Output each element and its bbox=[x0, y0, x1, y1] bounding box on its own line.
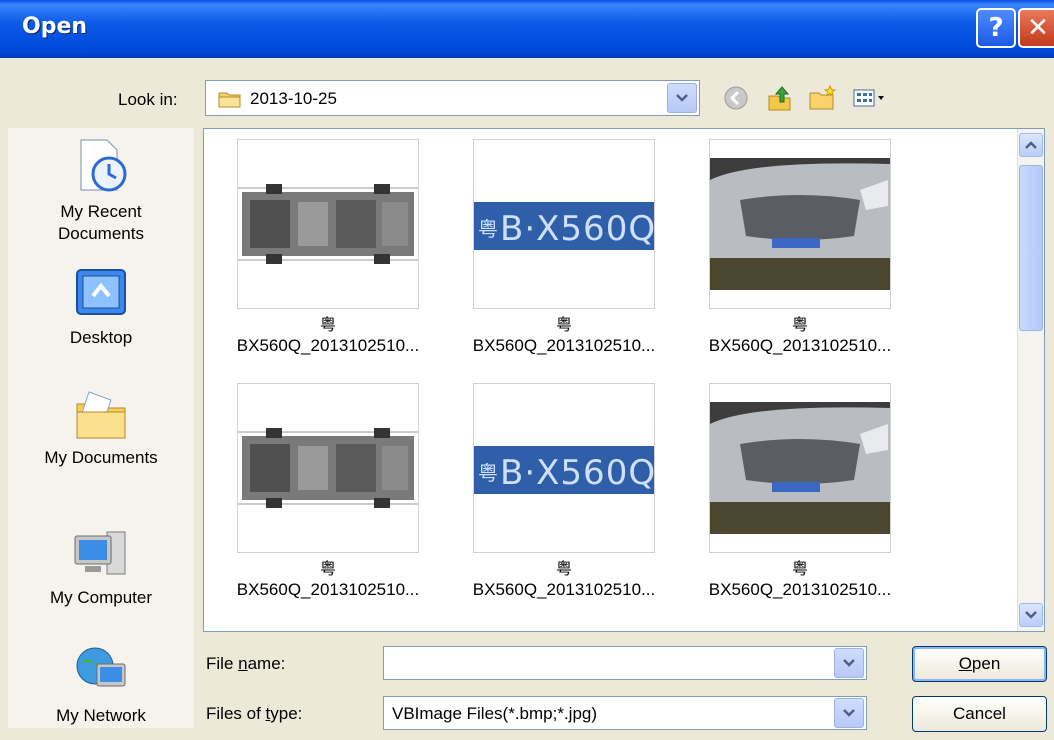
file-name-dropdown-button[interactable] bbox=[834, 648, 864, 678]
dialog-title: Open bbox=[22, 14, 88, 39]
title-bar[interactable]: Open ? ✕ bbox=[0, 0, 1054, 58]
place-my-network[interactable]: My Network bbox=[8, 642, 194, 727]
chevron-down-icon bbox=[676, 94, 688, 102]
file-thumbnail bbox=[709, 139, 891, 309]
place-label: My Computer bbox=[49, 588, 153, 607]
file-name-line1: 粤 bbox=[555, 561, 572, 578]
file-tile[interactable]: 粤 B·X560Q 粤 BX560Q_2013102510... bbox=[446, 139, 682, 357]
plate-number-text: B·X560Q bbox=[500, 453, 654, 493]
file-name-line1: 粤 bbox=[319, 561, 336, 578]
folder-icon bbox=[218, 92, 241, 108]
button-label: pen bbox=[971, 654, 1001, 673]
label-text: Files of bbox=[206, 704, 266, 723]
recent-documents-icon bbox=[80, 139, 127, 192]
file-name-line1: 粤 bbox=[791, 561, 808, 578]
file-name-line2: BX560Q_2013102510... bbox=[708, 336, 892, 355]
file-name-line1: 粤 bbox=[555, 317, 572, 334]
file-tile[interactable]: 粤 BX560Q_2013102510... bbox=[210, 139, 446, 357]
label-mnemonic: n bbox=[238, 654, 248, 673]
up-one-level-icon bbox=[768, 86, 791, 111]
place-label: Desktop bbox=[69, 328, 133, 347]
places-bar: My Recent Documents Desktop My Documents bbox=[8, 128, 194, 728]
license-plate-thumbnail-icon: 粤 B·X560Q bbox=[474, 384, 654, 552]
view-menu-icon bbox=[853, 89, 884, 107]
label-text: ype: bbox=[270, 704, 303, 723]
my-documents-icon bbox=[76, 391, 126, 439]
file-thumbnail bbox=[709, 383, 891, 553]
scroll-up-button[interactable] bbox=[1019, 133, 1043, 157]
chevron-down-icon bbox=[843, 709, 855, 717]
file-thumbnail bbox=[237, 139, 419, 309]
look-in-dropdown-button[interactable] bbox=[667, 83, 697, 113]
place-my-computer[interactable]: My Computer bbox=[8, 524, 194, 609]
files-of-type-dropdown-button[interactable] bbox=[834, 698, 864, 728]
file-tile[interactable]: 粤 BX560Q_2013102510... bbox=[210, 383, 446, 601]
file-tile[interactable]: 粤 B·X560Q 粤 BX560Q_2013102510... bbox=[446, 383, 682, 601]
file-name-line2: BX560Q_2013102510... bbox=[708, 580, 892, 599]
plate-province-text: 粤 bbox=[478, 217, 498, 241]
file-thumbnail: 粤 B·X560Q bbox=[473, 383, 655, 553]
look-in-dropdown[interactable]: 2013-10-25 bbox=[205, 80, 700, 116]
license-plate-thumbnail-icon: 粤 B·X560Q bbox=[474, 140, 654, 308]
close-button[interactable]: ✕ bbox=[1018, 8, 1054, 48]
place-label: My Recent Documents bbox=[58, 202, 144, 243]
open-dialog: Open ? ✕ Look in: 2013-10-25 My Recent D… bbox=[0, 0, 1054, 740]
file-tile[interactable]: 粤 BX560Q_2013102510... bbox=[682, 383, 918, 601]
file-tile[interactable]: 粤 BX560Q_2013102510... bbox=[682, 139, 918, 357]
chevron-down-icon bbox=[1025, 611, 1037, 619]
label-text: ame: bbox=[247, 654, 286, 673]
file-name-line2: BX560Q_2013102510... bbox=[236, 580, 420, 599]
file-name-line1: 粤 bbox=[791, 317, 808, 334]
file-name-field[interactable] bbox=[383, 646, 867, 680]
label-text: File bbox=[206, 654, 239, 673]
file-name-label: File name: bbox=[206, 654, 285, 674]
file-list[interactable]: 粤 BX560Q_2013102510... 粤 B·X560Q 粤 BX560… bbox=[203, 128, 1045, 632]
back-button[interactable] bbox=[720, 84, 752, 112]
file-thumbnail: 粤 B·X560Q bbox=[473, 139, 655, 309]
my-computer-icon bbox=[74, 531, 126, 575]
scroll-down-button[interactable] bbox=[1019, 603, 1043, 627]
files-of-type-value: VBImage Files(*.bmp;*.jpg) bbox=[392, 704, 598, 723]
chevron-down-icon bbox=[843, 659, 855, 667]
up-one-level-button[interactable] bbox=[764, 84, 796, 112]
open-button[interactable]: Open bbox=[912, 646, 1047, 682]
new-folder-icon bbox=[809, 85, 836, 110]
chevron-up-icon bbox=[1025, 141, 1037, 149]
button-mnemonic: O bbox=[958, 654, 972, 673]
close-icon: ✕ bbox=[1027, 13, 1049, 43]
place-my-documents[interactable]: My Documents bbox=[8, 386, 194, 469]
my-network-icon bbox=[76, 647, 126, 687]
plate-number-text: B·X560Q bbox=[500, 209, 654, 249]
file-name-line2: BX560Q_2013102510... bbox=[472, 580, 656, 599]
file-thumbnail bbox=[237, 383, 419, 553]
place-desktop[interactable]: Desktop bbox=[8, 266, 194, 349]
files-of-type-dropdown[interactable]: VBImage Files(*.bmp;*.jpg) bbox=[383, 696, 867, 730]
undercarriage-thumbnail-icon bbox=[238, 140, 418, 308]
place-recent-documents[interactable]: My Recent Documents bbox=[8, 136, 194, 245]
look-in-label: Look in: bbox=[118, 90, 178, 109]
look-in-value: 2013-10-25 bbox=[250, 89, 337, 108]
help-button[interactable]: ? bbox=[976, 8, 1016, 48]
view-menu-button[interactable] bbox=[850, 84, 890, 112]
file-name-line2: BX560Q_2013102510... bbox=[472, 336, 656, 355]
car-thumbnail-icon bbox=[710, 140, 890, 308]
undercarriage-thumbnail-icon bbox=[238, 384, 418, 552]
scroll-thumb[interactable] bbox=[1019, 165, 1043, 331]
help-icon: ? bbox=[988, 13, 1004, 43]
place-label: My Documents bbox=[44, 448, 158, 467]
file-name-line1: 粤 bbox=[319, 317, 336, 334]
files-of-type-label: Files of type: bbox=[206, 704, 302, 724]
vertical-scrollbar[interactable] bbox=[1017, 129, 1044, 631]
new-folder-button[interactable] bbox=[806, 84, 838, 112]
back-icon bbox=[724, 86, 748, 110]
file-name-line2: BX560Q_2013102510... bbox=[236, 336, 420, 355]
cancel-button[interactable]: Cancel bbox=[912, 696, 1047, 732]
car-thumbnail-icon bbox=[710, 384, 890, 552]
place-label: My Network bbox=[56, 706, 146, 725]
plate-province-text: 粤 bbox=[478, 461, 498, 485]
desktop-icon bbox=[76, 269, 126, 315]
